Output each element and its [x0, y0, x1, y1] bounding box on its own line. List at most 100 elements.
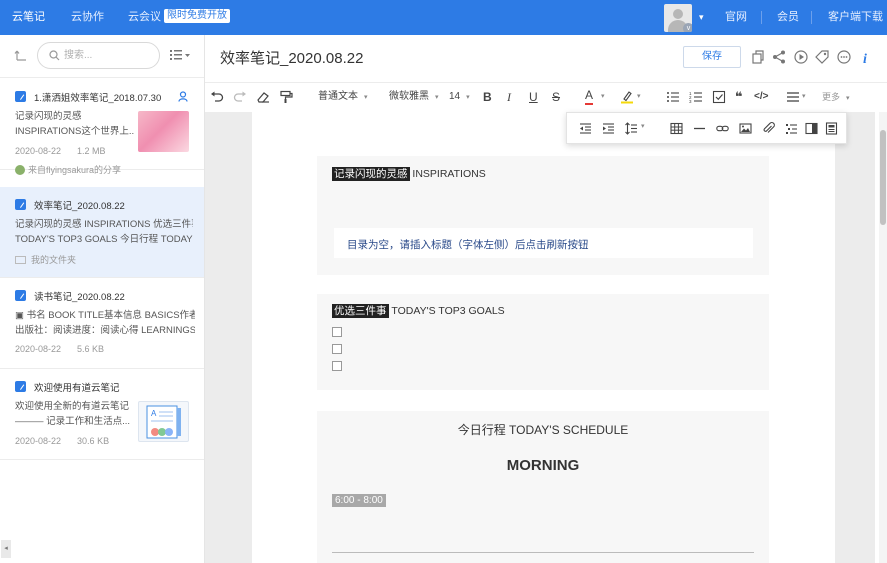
scrollbar-thumb[interactable] [880, 130, 886, 225]
note-snippet: 记录闪现的灵感 INSPIRATIONS 优选三件事 TODAY'S TOP3 … [15, 219, 193, 245]
font-size-select[interactable]: 14 [449, 89, 470, 105]
time-slot[interactable]: 6:00 - 8:00 [332, 494, 386, 507]
shared-user-icon [178, 91, 188, 102]
note-folder: 我的文件夹 [15, 253, 76, 266]
nav-cloud-meeting[interactable]: 云会议 [128, 0, 161, 35]
chevron-down-icon[interactable]: ▾ [699, 12, 704, 23]
nav-cloud-collab[interactable]: 云协作 [71, 0, 104, 35]
note-snippet: 欢迎使用全新的有道云笔记 ——— 记录工作和生活点... [15, 401, 131, 427]
todo-checkbox[interactable] [332, 327, 342, 337]
divider [332, 552, 754, 553]
promo-badge: 限时免费开放 [164, 9, 230, 23]
copy-icon[interactable] [750, 49, 766, 65]
note-title: 读书笔记_2020.08.22 [34, 292, 125, 303]
undo-icon[interactable] [210, 90, 224, 104]
list-item-selected[interactable]: 效率笔记_2020.08.22 记录闪现的灵感 INSPIRATIONS 优选三… [0, 187, 204, 278]
sort-list-icon[interactable] [170, 49, 192, 61]
list-item[interactable]: 读书笔记_2020.08.22 ▣ 书名 BOOK TITLE基本信息 BASI… [0, 278, 204, 369]
indent-decrease-icon[interactable] [579, 122, 592, 135]
goals-section: 优选三件事 TODAY'S TOP3 GOALS [317, 294, 769, 390]
nav-cloud-notes[interactable]: 云笔记 [12, 0, 45, 35]
schedule-title[interactable]: 今日行程 TODAY'S SCHEDULE [317, 421, 769, 438]
format-painter-icon[interactable] [279, 90, 293, 104]
more-tools-button[interactable]: 更多 [822, 89, 850, 105]
redo-icon[interactable] [233, 90, 247, 104]
note-icon [15, 91, 26, 102]
line-height-icon[interactable] [625, 122, 638, 135]
font-family-select[interactable]: 微软雅黑 [389, 89, 439, 105]
share-icon[interactable] [771, 49, 787, 65]
svg-text:i: i [863, 52, 867, 65]
bullet-list-icon[interactable] [666, 90, 680, 104]
schedule-section: 今日行程 TODAY'S SCHEDULE MORNING 6:00 - 8:0… [317, 411, 769, 563]
todo-checkbox[interactable] [332, 344, 342, 354]
indent-increase-icon[interactable] [602, 122, 615, 135]
sidebar-header [0, 35, 204, 78]
note-snippet: ▣ 书名 BOOK TITLE基本信息 BASICS作者: 出版社：阅读进度：阅… [15, 310, 195, 336]
link-icon[interactable] [716, 122, 729, 135]
morning-heading[interactable]: MORNING [317, 457, 769, 474]
align-icon[interactable] [786, 90, 800, 104]
paragraph-style-select[interactable]: 普通文本 [318, 89, 368, 105]
section-heading[interactable]: 记录闪现的灵感 INSPIRATIONS [332, 166, 486, 181]
collapse-sidebar-button[interactable]: ◂ [1, 540, 11, 558]
search-input[interactable] [64, 48, 154, 63]
list-item[interactable]: 欢迎使用有道云笔记 欢迎使用全新的有道云笔记 ——— 记录工作和生活点... 2… [0, 369, 204, 460]
top-bar: 云笔记 云协作 云会议 限时免费开放 v ▾ 官网 会员 客户端下载 [0, 0, 887, 35]
info-icon[interactable]: i [858, 49, 874, 65]
svg-text:A: A [151, 409, 157, 418]
image-icon[interactable] [739, 122, 752, 135]
checklist-icon[interactable] [712, 90, 726, 104]
note-snippet: 记录闪现的灵感 INSPIRATIONS这个世界上... [15, 111, 135, 137]
code-button[interactable]: </> [754, 89, 768, 105]
list-item[interactable]: 1.潇洒姐效率笔记_2018.07.30 记录闪现的灵感 INSPIRATION… [0, 79, 204, 175]
more-tools-popup: ▾ [566, 112, 847, 144]
table-of-contents[interactable]: 目录为空，请插入标题（字体左侧）后点击刷新按钮 [334, 228, 753, 258]
avatar[interactable]: v [664, 4, 692, 32]
outline-list-icon[interactable] [785, 122, 798, 135]
eraser-icon[interactable] [256, 90, 270, 104]
strikethrough-button[interactable]: S [552, 89, 560, 105]
section-heading[interactable]: 优选三件事 TODAY'S TOP3 GOALS [332, 303, 505, 318]
toc-empty-hint: 目录为空，请插入标题（字体左侧）后点击刷新按钮 [347, 239, 589, 251]
note-icon [15, 199, 26, 210]
bold-button[interactable]: B [483, 89, 492, 105]
font-color-button[interactable]: A [585, 89, 594, 105]
numbered-list-icon[interactable]: 1 2 3 [689, 90, 703, 104]
line-height-dropdown-icon[interactable]: ▾ [641, 122, 645, 130]
more-options-icon[interactable] [836, 49, 852, 65]
highlight-icon[interactable] [620, 90, 634, 104]
note-icon [15, 381, 26, 392]
template-icon[interactable] [825, 122, 838, 135]
columns-layout-icon[interactable] [805, 122, 818, 135]
note-title: 欢迎使用有道云笔记 [34, 383, 120, 394]
attachment-icon[interactable] [762, 122, 775, 135]
font-color-dropdown-icon[interactable]: ▾ [601, 89, 605, 105]
note-meta: 2020-08-22 1.2 MB [15, 146, 106, 156]
note-thumbnail-image: A [138, 401, 189, 442]
svg-text:3: 3 [689, 99, 692, 104]
search-box[interactable] [37, 42, 160, 69]
format-toolbar: 普通文本 微软雅黑 14 B I U S A ▾ ▾ 1 2 3 ❝ </> ▾… [205, 82, 887, 110]
note-title: 1.潇洒姐效率笔记_2018.07.30 [34, 93, 162, 104]
italic-button[interactable]: I [507, 89, 511, 105]
vip-badge: v [683, 23, 692, 32]
save-button[interactable]: 保存 [683, 46, 741, 68]
play-present-icon[interactable] [793, 49, 809, 65]
quote-button[interactable]: ❝ [735, 89, 743, 105]
table-icon[interactable] [670, 122, 683, 135]
link-official-site[interactable]: 官网 [725, 0, 747, 35]
link-membership[interactable]: 会员 [777, 0, 799, 35]
folder-icon [15, 256, 26, 264]
align-dropdown-icon[interactable]: ▾ [802, 89, 806, 105]
sidebar: 1.潇洒姐效率笔记_2018.07.30 记录闪现的灵感 INSPIRATION… [0, 35, 205, 563]
back-up-icon[interactable] [14, 48, 28, 62]
todo-checkbox[interactable] [332, 361, 342, 371]
note-title: 效率笔记_2020.08.22 [34, 201, 125, 212]
underline-button[interactable]: U [529, 89, 538, 105]
horizontal-rule-icon[interactable] [693, 122, 706, 135]
document-title[interactable]: 效率笔记_2020.08.22 [220, 47, 363, 68]
highlight-dropdown-icon[interactable]: ▾ [637, 89, 641, 105]
link-client-download[interactable]: 客户端下载 [828, 0, 883, 35]
tag-icon[interactable] [814, 49, 830, 65]
